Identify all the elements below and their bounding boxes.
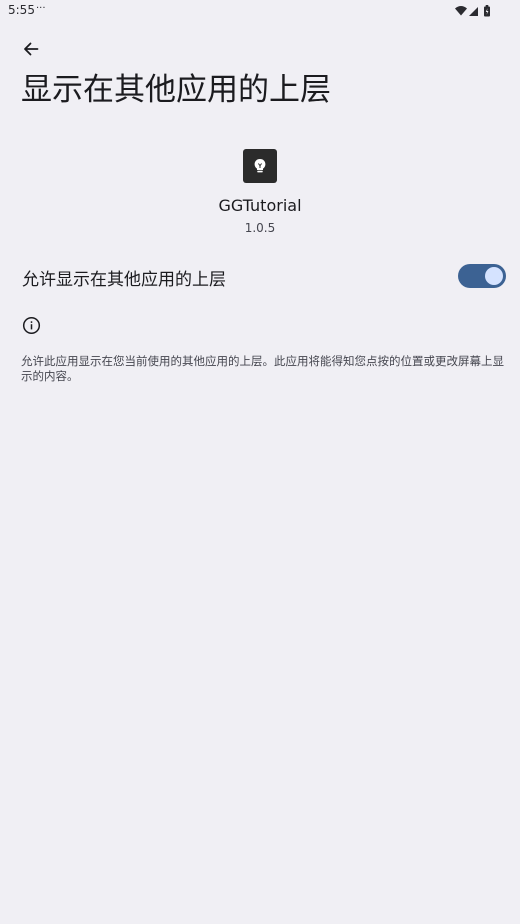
back-button[interactable] — [16, 34, 46, 64]
permission-toggle-row[interactable]: 允许显示在其他应用的上层 — [0, 252, 520, 300]
status-icons — [454, 3, 498, 17]
status-overflow-indicator: ··· — [36, 3, 46, 14]
status-time: 5:55 — [8, 3, 35, 17]
battery-icon — [484, 5, 490, 17]
permission-label: 允许显示在其他应用的上层 — [22, 270, 226, 290]
status-bar: 5:55 ··· — [0, 0, 520, 22]
page-title: 显示在其他应用的上层 — [21, 72, 331, 108]
permission-switch[interactable] — [458, 264, 506, 288]
switch-thumb — [485, 267, 503, 285]
info-icon — [22, 316, 41, 335]
arrow-back-icon — [24, 42, 39, 56]
signal-icon — [469, 7, 478, 16]
app-version: 1.0.5 — [244, 221, 276, 235]
app-name: GGTutorial — [218, 196, 302, 215]
lightbulb-icon — [254, 159, 266, 173]
wifi-icon — [455, 6, 467, 16]
permission-description: 允许此应用显示在您当前使用的其他应用的上层。此应用将能得知您点按的位置或更改屏幕… — [21, 354, 504, 383]
app-icon — [243, 149, 277, 183]
